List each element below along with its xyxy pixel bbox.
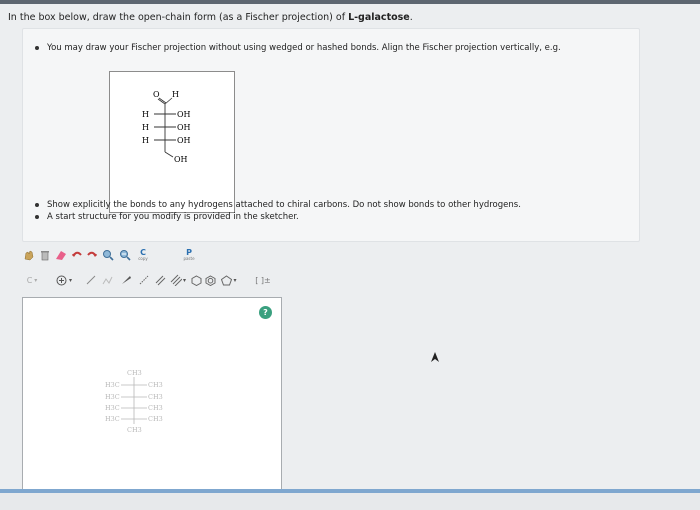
example-fischer-projection: O H H OH H OH H OH OH bbox=[142, 90, 191, 164]
help-icon[interactable]: ? bbox=[259, 306, 272, 319]
start-row2-right: CH3 bbox=[148, 393, 163, 401]
chevron-down-icon: ▾ bbox=[68, 276, 72, 284]
bullet-icon bbox=[35, 45, 39, 50]
example-row2-left: H bbox=[142, 123, 149, 132]
bottom-shade bbox=[0, 493, 700, 510]
top-bar bbox=[0, 0, 700, 4]
zoom-out-icon bbox=[120, 250, 131, 261]
redo-button[interactable] bbox=[85, 248, 99, 262]
element-selector[interactable]: C ▾ bbox=[22, 273, 42, 287]
zoom-in-icon bbox=[103, 250, 114, 261]
double-bond-button[interactable] bbox=[153, 273, 167, 287]
chevron-down-icon: ▾ bbox=[34, 276, 38, 284]
example-row1-left: H bbox=[142, 110, 149, 119]
instruction-3: A start structure for you modify is prov… bbox=[35, 212, 299, 222]
start-structure: CH3 H3C CH3 H3C CH3 H3C CH3 H3C CH3 CH3 bbox=[105, 369, 163, 434]
eraser-icon bbox=[56, 251, 66, 260]
zoom-in-button[interactable] bbox=[101, 248, 115, 262]
chain-icon bbox=[102, 276, 113, 285]
triple-bond-button[interactable]: ▾ bbox=[169, 273, 187, 287]
chain-tool-button[interactable] bbox=[101, 273, 115, 287]
example-fischer-box: O H H OH H OH H OH OH bbox=[109, 71, 235, 213]
instruction-2-text: Show explicitly the bonds to any hydroge… bbox=[47, 200, 521, 210]
start-row3-left: H3C bbox=[105, 404, 120, 412]
paste-button[interactable]: P paste bbox=[181, 246, 197, 264]
instructions-panel: You may draw your Fischer projection wit… bbox=[22, 28, 640, 242]
instruction-2: Show explicitly the bonds to any hydroge… bbox=[35, 200, 521, 210]
start-row1-right: CH3 bbox=[148, 381, 163, 389]
charge-tool-button[interactable]: ▾ bbox=[54, 273, 74, 287]
example-aldehyde-o: O bbox=[153, 90, 160, 99]
undo-icon bbox=[72, 251, 82, 257]
bracket-label: [ ]± bbox=[255, 275, 271, 285]
double-bond-icon bbox=[155, 275, 166, 286]
chevron-down-icon: ▾ bbox=[182, 276, 186, 284]
triple-bond-icon bbox=[170, 274, 182, 286]
start-row4-left: H3C bbox=[105, 415, 120, 423]
start-row4-right: CH3 bbox=[148, 415, 163, 423]
example-row2-right: OH bbox=[177, 123, 191, 132]
start-top-ch3: CH3 bbox=[127, 369, 142, 377]
paste-sublabel: paste bbox=[183, 256, 195, 261]
example-aldehyde-h: H bbox=[172, 90, 179, 99]
question-compound: L-galactose bbox=[348, 12, 410, 23]
clear-tool-button[interactable] bbox=[22, 248, 36, 262]
instruction-1: You may draw your Fischer projection wit… bbox=[35, 43, 561, 53]
wedge-bond-button[interactable] bbox=[119, 273, 133, 287]
chevron-down-icon: ▾ bbox=[233, 276, 237, 284]
copy-button[interactable]: C copy bbox=[135, 246, 151, 264]
sketcher-toolbar: C copy P paste C ▾ ▾ ▾ ▾ [ ]± bbox=[22, 244, 290, 294]
example-bottom-oh: OH bbox=[174, 155, 188, 164]
copy-sublabel: copy bbox=[138, 256, 148, 261]
question-text: In the box below, draw the open-chain fo… bbox=[8, 12, 413, 23]
question-suffix: . bbox=[409, 12, 413, 23]
trash-icon bbox=[41, 251, 49, 261]
plus-circle-icon bbox=[56, 275, 67, 285]
single-bond-button[interactable] bbox=[84, 273, 98, 287]
hash-bond-icon bbox=[139, 275, 149, 285]
redo-icon bbox=[87, 251, 97, 257]
hand-icon bbox=[24, 250, 34, 261]
example-row3-right: OH bbox=[177, 136, 191, 145]
benzene-ring-icon bbox=[205, 274, 215, 286]
bullet-icon bbox=[35, 214, 39, 219]
start-row2-left: H3C bbox=[105, 393, 120, 401]
undo-button[interactable] bbox=[70, 248, 84, 262]
hash-bond-button[interactable] bbox=[137, 273, 151, 287]
hexagon-ring-icon bbox=[191, 274, 201, 286]
example-row1-right: OH bbox=[177, 110, 191, 119]
bracket-tool-button[interactable]: [ ]± bbox=[252, 273, 274, 287]
start-row1-left: H3C bbox=[105, 381, 120, 389]
element-label: C bbox=[26, 275, 33, 285]
bullet-icon bbox=[35, 202, 39, 207]
cyclopropane-ring-button[interactable] bbox=[190, 273, 202, 287]
benzene-ring-button[interactable] bbox=[204, 273, 216, 287]
instruction-3-text: A start structure for you modify is prov… bbox=[47, 212, 299, 222]
erase-tool-button[interactable] bbox=[54, 248, 68, 262]
sketcher-canvas[interactable]: CH3 H3C CH3 H3C CH3 H3C CH3 H3C CH3 CH3 bbox=[22, 297, 282, 499]
wedge-bond-icon bbox=[122, 276, 131, 284]
example-row3-left: H bbox=[142, 136, 149, 145]
pentagon-ring-icon bbox=[221, 274, 233, 285]
question-prefix: In the box below, draw the open-chain fo… bbox=[8, 12, 349, 23]
delete-tool-button[interactable] bbox=[38, 248, 52, 262]
instruction-1-text: You may draw your Fischer projection wit… bbox=[47, 43, 561, 53]
zoom-out-button[interactable] bbox=[118, 248, 132, 262]
start-row3-right: CH3 bbox=[148, 404, 163, 412]
single-bond-icon bbox=[86, 275, 96, 285]
start-bottom-ch3: CH3 bbox=[127, 426, 142, 434]
mouse-cursor-icon bbox=[431, 352, 439, 362]
pentagon-ring-button[interactable]: ▾ bbox=[219, 273, 239, 287]
